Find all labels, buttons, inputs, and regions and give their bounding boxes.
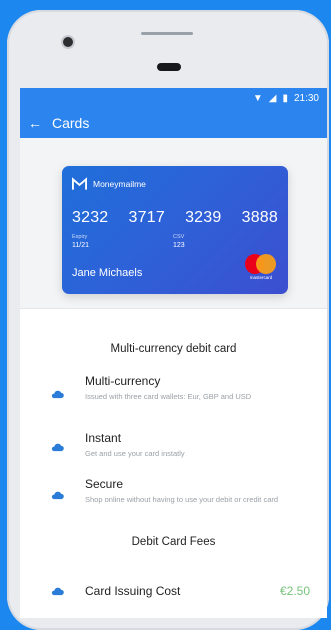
proximity-sensor	[157, 63, 181, 71]
network-label: mastercard	[249, 275, 273, 280]
feature-description: Shop online without having to use your d…	[85, 495, 279, 504]
feature-title: Multi-currency	[85, 374, 161, 388]
fees-title: Debit Card Fees	[131, 536, 216, 548]
expiry-value: 11/21	[72, 242, 89, 249]
expiry-label: Expiry	[72, 234, 88, 240]
card-icon	[51, 587, 64, 596]
cvv-value: 123	[173, 242, 185, 249]
back-arrow-icon[interactable]: ←	[28, 116, 42, 130]
app-screen: ▼ ◢ ▮ 21:30 ← Cards Moneymailme 3232 371…	[20, 88, 327, 618]
features-title: Multi-currency debit card	[110, 343, 237, 355]
front-camera	[63, 37, 73, 47]
moneymailme-logo-icon	[72, 177, 87, 190]
status-time: 21:30	[293, 93, 319, 104]
card-number-group: 3232	[72, 209, 109, 226]
cvv-label: CSV	[173, 234, 185, 240]
page-title: Cards	[52, 115, 90, 131]
card-number: 3232 3717 3239 3888	[72, 209, 278, 227]
feature-description: Issued with three card wallets: Eur, GBP…	[85, 392, 252, 401]
signal-icon: ◢	[268, 93, 277, 104]
speaker-grille	[141, 32, 193, 35]
battery-icon: ▮	[282, 93, 288, 104]
fee-row[interactable]: Card Issuing Cost €2.50	[50, 584, 310, 602]
card-number-group: 3717	[128, 209, 165, 226]
card-brand: Moneymailme	[72, 177, 146, 191]
feature-description: Get and use your card instatly	[85, 449, 185, 458]
status-bar: ▼ ◢ ▮ 21:30	[253, 93, 319, 104]
card-icon	[51, 491, 64, 500]
divider	[20, 308, 327, 309]
card-holder-name: Jane Michaels	[72, 267, 143, 279]
card-icon	[51, 390, 64, 399]
feature-title: Instant	[85, 431, 122, 445]
wifi-icon: ▼	[252, 93, 263, 104]
app-bar: ▼ ◢ ▮ 21:30 ← Cards	[20, 88, 327, 138]
feature-title: Secure	[85, 477, 124, 491]
card-number-group: 3239	[185, 209, 222, 226]
card-icon	[51, 443, 64, 452]
toolbar: ← Cards	[28, 115, 89, 131]
card-number-group: 3888	[241, 209, 278, 226]
brand-name: Moneymailme	[93, 179, 146, 189]
card-preview-area: Moneymailme 3232 3717 3239 3888 Expiry 1…	[20, 138, 327, 308]
mastercard-logo-icon: mastercard	[243, 254, 279, 284]
phone-frame: ▼ ◢ ▮ 21:30 ← Cards Moneymailme 3232 371…	[7, 10, 329, 630]
debit-card[interactable]: Moneymailme 3232 3717 3239 3888 Expiry 1…	[62, 166, 288, 294]
